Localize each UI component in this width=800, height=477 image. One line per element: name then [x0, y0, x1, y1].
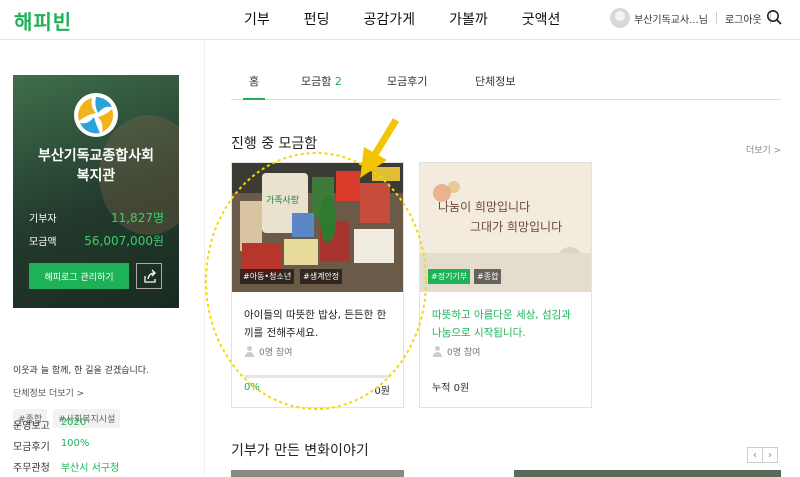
donors-value: 11,827명: [110, 211, 164, 225]
story-image[interactable]: [231, 470, 404, 477]
donors-row: 기부자 11,827명: [29, 209, 164, 226]
org-logo: [74, 93, 118, 137]
carousel-controls: ‹ ›: [747, 447, 778, 463]
next-arrow-icon[interactable]: ›: [762, 447, 778, 463]
arrow-icon: [360, 118, 399, 178]
stories-section-title: 기부가 만든 변화이야기: [231, 443, 369, 459]
org-name: 부산기독교종합사회 복지관: [21, 146, 171, 186]
manage-happylog-button[interactable]: 해피로그 관리하기: [29, 263, 129, 289]
donors-label: 기부자: [29, 214, 57, 225]
story-image[interactable]: [514, 470, 781, 477]
amount-label: 모금액: [29, 237, 57, 248]
amount-value: 56,007,000원: [84, 234, 164, 248]
amount-row: 모금액 56,007,000원: [29, 232, 164, 249]
highlight-ellipse: [205, 152, 427, 410]
prev-arrow-icon[interactable]: ‹: [747, 447, 763, 463]
share-icon: [144, 269, 156, 283]
org-name-line1: 부산기독교종합사회: [38, 148, 154, 164]
share-button[interactable]: [136, 263, 162, 289]
org-name-line2: 복지관: [76, 168, 116, 184]
